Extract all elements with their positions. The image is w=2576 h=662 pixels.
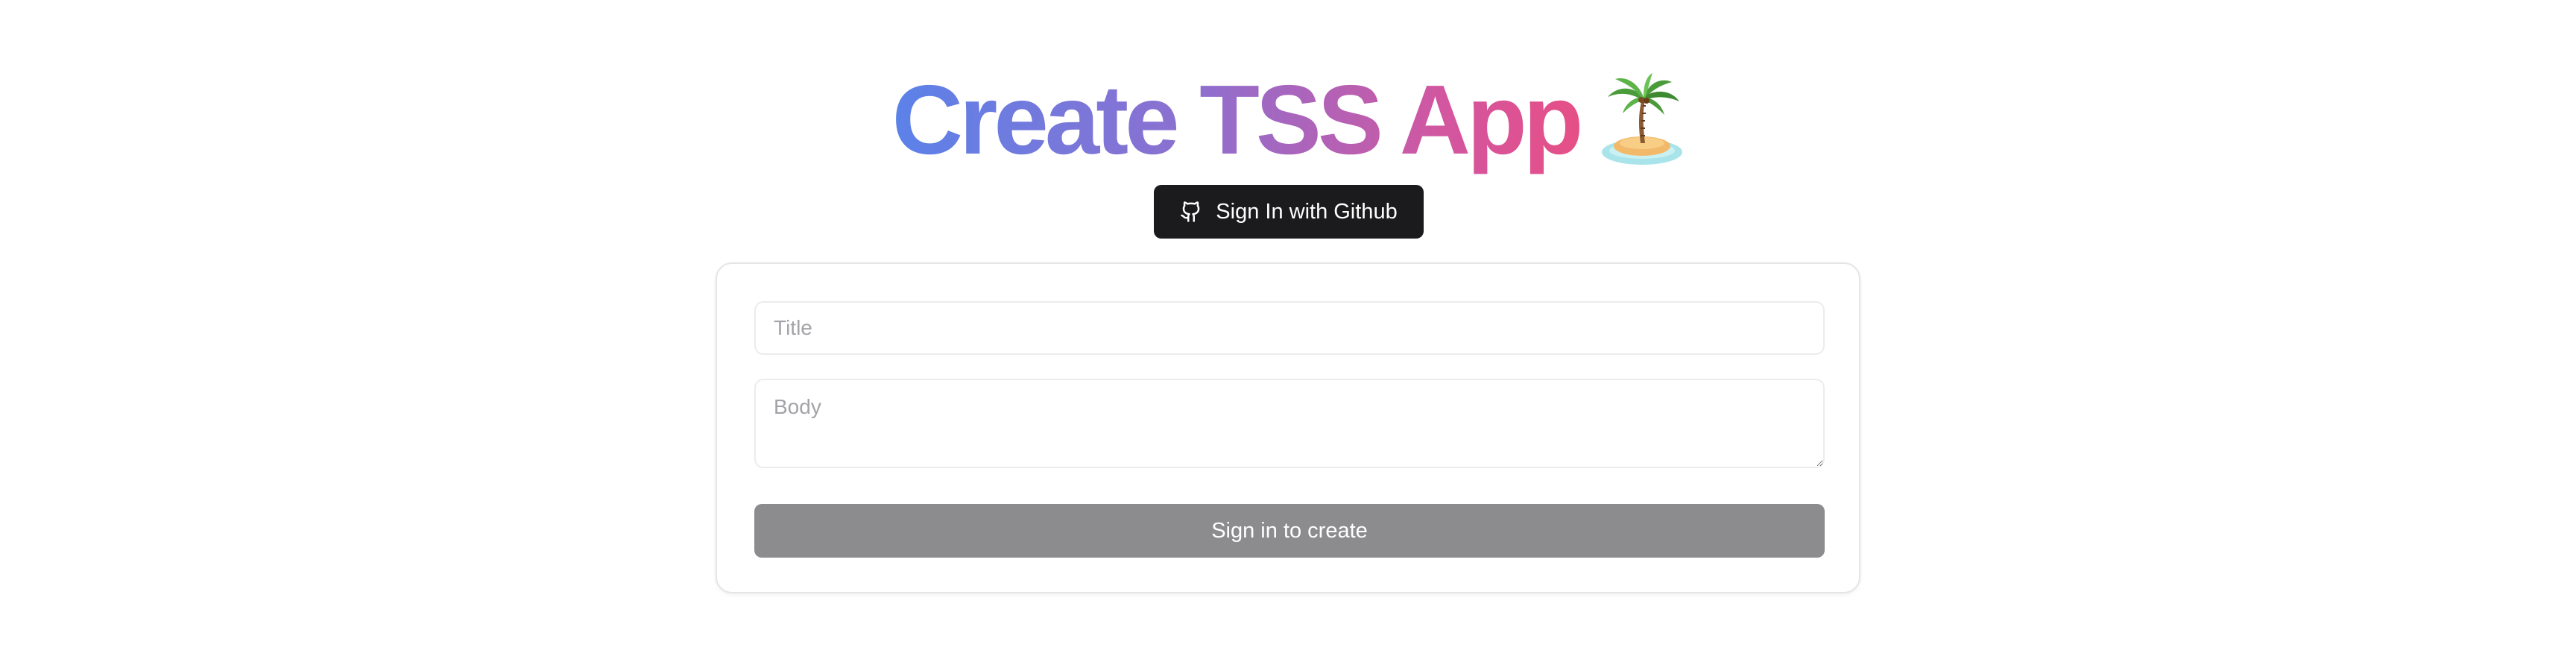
- page-title: Create TSS App: [891, 65, 1584, 174]
- sign-in-github-label: Sign In with Github: [1216, 199, 1398, 224]
- github-icon: [1181, 201, 1200, 222]
- sign-in-to-create-button[interactable]: Sign in to create: [754, 504, 1825, 558]
- desert-island-icon: [1602, 73, 1683, 165]
- body-textarea[interactable]: [754, 379, 1825, 468]
- page: Create TSS App Sign In with Github Title…: [0, 0, 2576, 662]
- page-header: Create TSS App: [0, 64, 2576, 176]
- create-post-card: Sign in to create: [716, 262, 1860, 593]
- title-input[interactable]: [754, 301, 1825, 355]
- sign-in-github-button[interactable]: Sign In with Github: [1154, 185, 1424, 239]
